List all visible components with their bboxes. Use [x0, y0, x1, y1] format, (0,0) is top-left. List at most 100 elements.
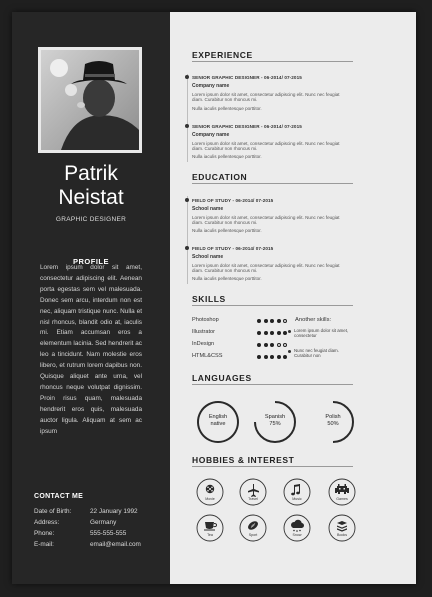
football-icon	[248, 521, 258, 530]
education-description: Lorem ipsum dolor sit amet, consectetur …	[192, 215, 340, 225]
skill-dot-filled	[270, 331, 275, 335]
skill-dot-filled	[263, 319, 268, 323]
skill-label: Illustrator	[192, 329, 216, 335]
contact-value: email@email.com	[90, 541, 141, 548]
contact-value: Germany	[90, 519, 117, 526]
skill-dot-empty	[283, 319, 288, 323]
experience-company: Company name	[192, 132, 230, 138]
skills-heading: SKILLS	[192, 294, 226, 304]
contact-heading: CONTACT ME	[34, 493, 84, 500]
experience-description: Lorem ipsum dolor sit amet, consectetur …	[192, 92, 340, 102]
contact-label: Phone:	[34, 530, 55, 537]
tea-cup-icon	[204, 522, 218, 531]
skill-dot-filled	[276, 355, 281, 359]
hobbies-heading: HOBBIES & INTEREST	[192, 455, 295, 465]
education-school: School name	[192, 254, 224, 260]
timeline-dot	[185, 246, 189, 250]
experience-timeline	[187, 74, 188, 162]
skills-divider	[192, 305, 353, 306]
profile-photo	[38, 47, 142, 153]
education-heading: EDUCATION	[192, 172, 248, 182]
education-divider	[192, 183, 353, 184]
skill-dot-filled	[257, 355, 261, 359]
contact-row-email: E-mail: email@email.com	[34, 541, 141, 548]
another-skill-item: Lorem ipsum dolor sit amet, consectetur	[288, 328, 352, 339]
hobby-tea: Tea	[196, 514, 224, 542]
skill-dot-filled	[263, 331, 268, 335]
hobby-label: Books	[337, 533, 347, 537]
skill-rating	[257, 331, 290, 335]
experience-title: SENIOR GRAPHIC DESIGNER - 06-2014/ 07-20…	[192, 124, 302, 129]
timeline-dot	[185, 124, 189, 128]
languages-heading: LANGUAGES	[192, 373, 252, 383]
contact-row-address: Address: Germany	[34, 519, 116, 526]
sidebar: Patrik Neistat GRAPHIC DESIGNER PROFILE …	[12, 12, 170, 584]
hobby-games: Games	[328, 478, 356, 506]
hobby-travel: Travel	[239, 478, 267, 506]
last-name: Neistat	[58, 186, 124, 209]
education-description: Lorem ipsum dolor sit amet, consectetur …	[192, 263, 340, 273]
job-title: GRAPHIC DESIGNER	[55, 216, 127, 223]
education-note: Nulla iaculis pellentesque porttitor.	[192, 276, 262, 281]
another-skill-item: Nunc nec feugiat diam. Curabitur non	[288, 348, 352, 359]
education-timeline	[187, 196, 188, 284]
skill-dot-filled	[270, 343, 275, 347]
music-note-icon	[291, 484, 300, 496]
experience-note: Nulla iaculis pellentesque porttitor.	[192, 106, 262, 111]
timeline-dot	[185, 198, 189, 202]
contact-label: Address:	[34, 519, 60, 526]
languages-divider	[192, 384, 353, 385]
skill-rating	[257, 319, 290, 323]
hobbies-divider	[192, 466, 353, 467]
skill-dot-filled	[283, 331, 288, 335]
skill-dot-filled	[257, 319, 261, 323]
contact-label: E-mail:	[34, 541, 54, 548]
language-label: Polish 50%	[325, 414, 341, 427]
profile-text: Lorem ipsum dolor sit amet, consectetur …	[40, 264, 142, 435]
hobby-snow: Snow	[283, 514, 311, 542]
skill-label: Photoshop	[192, 317, 219, 323]
hobby-label: Travel	[248, 497, 258, 501]
skill-dot-filled	[257, 331, 261, 335]
skill-dot-filled	[283, 355, 288, 359]
another-skills-heading: Another skills:	[295, 317, 332, 323]
education-title: FIELD OF STUDY - 06-2014/ 07-2015	[192, 198, 274, 203]
skill-dot-filled	[270, 355, 275, 359]
bullet-icon	[288, 330, 291, 333]
hobby-label: Movie	[205, 497, 215, 501]
skill-dot-empty	[283, 343, 288, 347]
hobby-books: Books	[328, 514, 356, 542]
experience-title: SENIOR GRAPHIC DESIGNER - 06-2014/ 07-20…	[192, 75, 302, 80]
bullet-icon	[288, 350, 291, 353]
skill-dot-filled	[263, 355, 268, 359]
language-label: English native	[208, 414, 228, 427]
language-gauge: Polish 50%	[311, 400, 355, 444]
skill-dot-filled	[257, 343, 261, 347]
hobby-label: Snow	[292, 533, 302, 537]
experience-divider	[192, 61, 353, 62]
skill-dot-empty	[276, 343, 281, 347]
experience-description: Lorem ipsum dolor sit amet, consectetur …	[192, 141, 340, 151]
education-title: FIELD OF STUDY - 06-2014/ 07-2015	[192, 246, 274, 251]
education-school: School name	[192, 206, 224, 212]
skill-label: InDesign	[192, 341, 215, 347]
contact-row-birth: Date of Birth: 22 January 1992	[34, 508, 138, 515]
airplane-icon	[248, 484, 259, 497]
timeline-dot	[185, 75, 189, 79]
snow-cloud-icon	[291, 519, 304, 532]
skill-rating	[257, 355, 290, 359]
contact-label: Date of Birth:	[34, 508, 72, 515]
hobby-sport: Sport	[239, 514, 267, 542]
experience-note: Nulla iaculis pellentesque porttitor.	[192, 154, 262, 159]
skill-dot-filled	[270, 319, 275, 323]
hobby-movie: Movie	[196, 478, 224, 506]
first-name: Patrik	[64, 162, 118, 185]
skill-rating	[257, 343, 290, 347]
skill-label: HTML&CSS	[192, 353, 223, 359]
space-invader-icon	[335, 484, 349, 494]
hobby-label: Music	[292, 497, 302, 501]
language-gauge: English native	[196, 400, 240, 444]
skill-dot-filled	[263, 343, 268, 347]
language-gauge: Spanish 75%	[253, 400, 297, 444]
skill-dot-filled	[276, 319, 281, 323]
